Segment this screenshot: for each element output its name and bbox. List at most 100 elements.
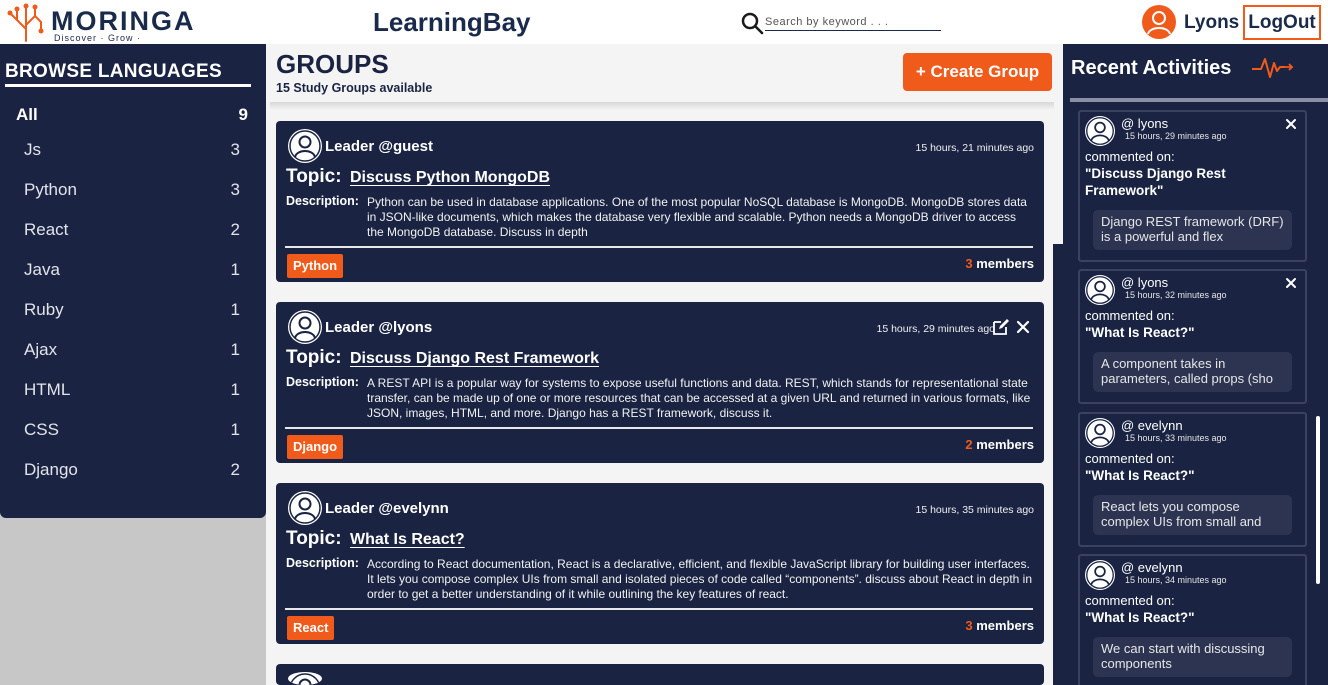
language-label: Java — [24, 260, 60, 279]
activity-snippet: React lets you compose complex UIs from … — [1093, 495, 1292, 535]
user-icon — [1086, 419, 1114, 447]
close-icon[interactable] — [1285, 277, 1297, 289]
moringa-logo[interactable]: MORINGA Discover · Grow · Transform — [6, 3, 194, 53]
activity-snippet: A component takes in parameters, called … — [1093, 352, 1292, 392]
language-item-java[interactable]: Java 1 — [0, 256, 266, 286]
language-label: HTML — [24, 380, 71, 399]
activity-snippet: Django REST framework (DRF) is a powerfu… — [1093, 210, 1292, 250]
language-count: 3 — [230, 180, 240, 199]
members-label: members — [976, 256, 1034, 271]
language-count: 9 — [238, 105, 248, 124]
commented-label: commented on: — [1085, 149, 1175, 164]
group-leader[interactable]: Leader @lyons — [325, 319, 432, 336]
activity-avatar — [1085, 560, 1115, 590]
commented-label: commented on: — [1085, 451, 1175, 466]
language-item-ruby[interactable]: Ruby 1 — [0, 296, 266, 326]
activity-user[interactable]: @ evelynn — [1121, 418, 1183, 433]
language-item-django[interactable]: Django 2 — [0, 456, 266, 486]
group-card[interactable] — [276, 664, 1044, 685]
leader-avatar — [288, 129, 322, 163]
user-icon — [289, 673, 321, 685]
language-item-react[interactable]: React 2 — [0, 216, 266, 246]
members-number: 3 — [965, 618, 973, 633]
group-description: According to React documentation, React … — [367, 557, 1032, 601]
language-item-js[interactable]: Js 3 — [0, 136, 266, 166]
search-icon[interactable] — [740, 11, 764, 35]
group-topic-link[interactable]: What Is React? — [350, 531, 465, 549]
members-count: 3 members — [965, 256, 1034, 271]
activity-snippet: We can start with discussing components — [1093, 637, 1292, 677]
close-icon[interactable] — [1285, 118, 1297, 130]
language-label: Js — [24, 140, 41, 159]
group-timestamp: 15 hours, 29 minutes ago — [876, 323, 996, 335]
card-divider — [285, 246, 1033, 248]
close-icon[interactable] — [1016, 320, 1030, 334]
language-tag[interactable]: Python — [287, 254, 344, 278]
group-card[interactable]: Leader @guest 15 hours, 21 minutes ago T… — [276, 121, 1044, 282]
language-count: 3 — [230, 140, 240, 159]
activity-topic[interactable]: "What Is React?" — [1085, 609, 1300, 626]
create-group-button[interactable]: + Create Group — [903, 53, 1052, 91]
leader-avatar — [288, 491, 322, 525]
feed-scrollbar[interactable] — [1053, 244, 1063, 685]
activity-item[interactable]: @ evelynn 15 hours, 33 minutes ago comme… — [1078, 412, 1307, 547]
feed-top-shadow — [270, 102, 1054, 110]
group-timestamp: 15 hours, 21 minutes ago — [915, 142, 1035, 154]
user-avatar[interactable] — [1142, 5, 1176, 39]
language-count: 2 — [230, 220, 240, 239]
language-item-all[interactable]: All 9 — [0, 101, 266, 131]
group-description: Python can be used in database applicati… — [367, 195, 1027, 239]
top-header: MORINGA Discover · Grow · Transform Lear… — [0, 0, 1328, 53]
group-card[interactable]: Leader @evelynn 15 hours, 35 minutes ago… — [276, 483, 1044, 644]
language-count: 2 — [230, 460, 240, 479]
user-icon — [1086, 117, 1114, 145]
activity-avatar — [1085, 116, 1115, 146]
activity-user[interactable]: @ evelynn — [1121, 560, 1183, 575]
edit-icon[interactable] — [992, 318, 1010, 336]
activity-user[interactable]: @ lyons — [1121, 116, 1168, 131]
leader-avatar — [288, 310, 322, 344]
language-count: 1 — [230, 420, 240, 439]
language-item-ajax[interactable]: Ajax 1 — [0, 336, 266, 366]
user-icon — [1147, 11, 1171, 35]
description-label: Description: — [286, 194, 359, 208]
activity-item[interactable]: @ lyons 15 hours, 29 minutes ago comment… — [1078, 110, 1307, 262]
sidebar-title: BROWSE LANGUAGES — [5, 61, 222, 82]
groups-count: 15 Study Groups available — [276, 81, 433, 95]
language-tag[interactable]: React — [287, 616, 335, 640]
groups-main: GROUPS 15 Study Groups available + Creat… — [266, 44, 1063, 685]
logout-button[interactable]: LogOut — [1243, 5, 1321, 40]
topic-label: Topic: — [286, 347, 342, 368]
language-item-html[interactable]: HTML 1 — [0, 376, 266, 406]
activity-user[interactable]: @ lyons — [1121, 275, 1168, 290]
activity-topic[interactable]: "What Is React?" — [1085, 467, 1300, 484]
activities-title: Recent Activities — [1071, 57, 1232, 79]
group-card[interactable]: Leader @lyons 15 hours, 29 minutes ago T… — [276, 302, 1044, 463]
language-item-css[interactable]: CSS 1 — [0, 416, 266, 446]
group-topic-link[interactable]: Discuss Django Rest Framework — [350, 350, 599, 368]
commented-label: commented on: — [1085, 593, 1175, 608]
recent-activities-panel: Recent Activities @ lyons 15 hours, 29 m… — [1063, 44, 1328, 685]
card-actions — [992, 318, 1032, 336]
language-item-python[interactable]: Python 3 — [0, 176, 266, 206]
group-leader[interactable]: Leader @guest — [325, 138, 433, 155]
group-topic-link[interactable]: Discuss Python MongoDB — [350, 169, 550, 187]
activity-item[interactable]: @ evelynn 15 hours, 34 minutes ago comme… — [1078, 554, 1307, 685]
language-tag[interactable]: Django — [287, 435, 344, 459]
activity-avatar — [1085, 418, 1115, 448]
user-icon — [1086, 561, 1114, 589]
topic-label: Topic: — [286, 166, 342, 187]
group-leader[interactable]: Leader @evelynn — [325, 500, 449, 517]
activity-topic[interactable]: "Discuss Django Rest Framework" — [1085, 165, 1300, 199]
user-name[interactable]: Lyons — [1184, 12, 1239, 34]
activity-topic[interactable]: "What Is React?" — [1085, 324, 1300, 341]
members-number: 2 — [965, 437, 973, 452]
language-label: Ruby — [24, 300, 64, 319]
search-input[interactable] — [765, 13, 941, 31]
activities-scrollbar[interactable] — [1316, 416, 1320, 584]
search-bar — [740, 11, 942, 35]
language-count: 1 — [230, 300, 240, 319]
activity-item[interactable]: @ lyons 15 hours, 32 minutes ago comment… — [1078, 269, 1307, 404]
user-icon — [1086, 276, 1114, 304]
language-label: CSS — [24, 420, 59, 439]
